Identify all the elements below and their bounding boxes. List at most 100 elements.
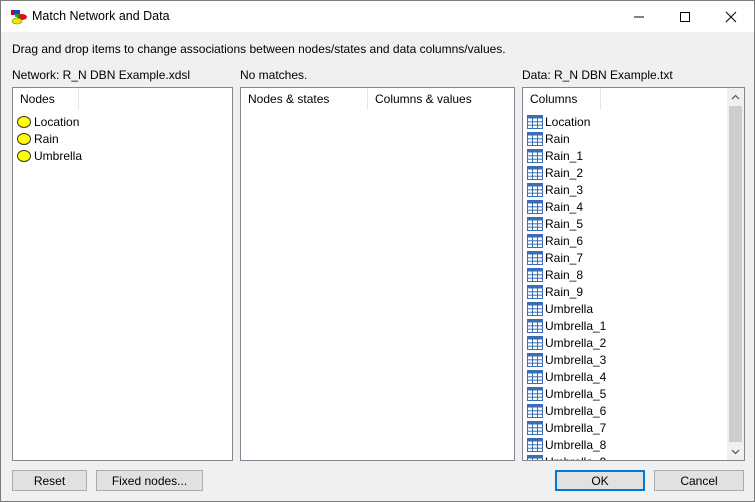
column-label: Rain_3 [545, 182, 584, 197]
matches-list-panel[interactable]: Nodes & states Columns & values [240, 87, 515, 461]
list-item[interactable]: Umbrella_1 [527, 317, 744, 334]
nodes-list-panel[interactable]: Nodes Location Rain Umbrella [12, 87, 233, 461]
list-item[interactable]: Rain_3 [527, 181, 744, 198]
list-item[interactable]: Rain_2 [527, 164, 744, 181]
table-column-icon [527, 437, 543, 452]
list-item[interactable]: Umbrella_6 [527, 402, 744, 419]
column-label: Umbrella_2 [545, 335, 607, 350]
column-label: Umbrella_5 [545, 386, 607, 401]
list-item[interactable]: Umbrella_4 [527, 368, 744, 385]
nodes-states-column-header[interactable]: Nodes & states [241, 88, 368, 110]
list-item[interactable]: Rain_6 [527, 232, 744, 249]
table-column-icon [527, 369, 543, 384]
nodes-list: Location Rain Umbrella [17, 113, 232, 164]
list-item[interactable]: Umbrella [17, 147, 232, 164]
column-label: Rain_4 [545, 199, 584, 214]
scroll-up-button[interactable] [727, 88, 744, 105]
maximize-icon [680, 11, 690, 22]
network-label: Network: R_N DBN Example.xdsl [12, 68, 191, 82]
title-bar[interactable]: Match Network and Data [1, 1, 754, 32]
column-label: Umbrella_9 [545, 455, 606, 461]
column-label: Rain_1 [545, 148, 584, 163]
column-label: Rain_6 [545, 233, 584, 248]
scroll-down-button[interactable] [727, 443, 744, 460]
ok-button[interactable]: OK [555, 470, 645, 491]
list-item[interactable]: Rain_8 [527, 266, 744, 283]
list-item[interactable]: Rain_1 [527, 147, 744, 164]
table-column-icon [527, 420, 543, 435]
column-label: Umbrella [545, 301, 594, 316]
list-item[interactable]: Umbrella [527, 300, 744, 317]
list-item[interactable]: Rain [17, 130, 232, 147]
table-column-icon [527, 250, 543, 265]
column-label: Umbrella_7 [545, 420, 607, 435]
table-column-icon [527, 131, 543, 146]
node-ellipse-icon [17, 132, 31, 145]
list-item[interactable]: Rain_9 [527, 283, 744, 300]
list-item[interactable]: Rain [527, 130, 744, 147]
list-item[interactable]: Umbrella_9 [527, 453, 744, 461]
column-label: Umbrella_1 [545, 318, 607, 333]
table-column-icon [527, 335, 543, 350]
column-label: Umbrella_6 [545, 403, 607, 418]
column-label: Rain_8 [545, 267, 584, 282]
table-column-icon [527, 352, 543, 367]
columns-list: Location Rain Rain_1 Rain_2 Rain_3 Rain_4 Rain… [527, 113, 744, 461]
column-label: Rain_5 [545, 216, 584, 231]
column-label: Location [545, 114, 591, 129]
close-icon [725, 11, 737, 22]
table-column-icon [527, 165, 543, 180]
columns-list-panel[interactable]: Columns Location Rain Rain_1 Rain_2 Rain_3 Ra… [522, 87, 745, 461]
table-column-icon [527, 403, 543, 418]
app-icon [11, 10, 27, 25]
reset-button[interactable]: Reset [12, 470, 87, 491]
list-item[interactable]: Rain_4 [527, 198, 744, 215]
node-label: Rain [34, 131, 59, 146]
column-label: Umbrella_4 [545, 369, 607, 384]
match-network-dialog: Match Network and Data Drag and drop ite… [0, 0, 755, 502]
column-label: Umbrella_8 [545, 437, 607, 452]
data-label: Data: R_N DBN Example.txt [522, 68, 673, 82]
table-column-icon [527, 454, 543, 460]
window-title: Match Network and Data [32, 9, 170, 23]
table-column-icon [527, 114, 543, 129]
table-column-icon [527, 318, 543, 333]
table-column-icon [527, 301, 543, 316]
columns-column-header[interactable]: Columns [523, 88, 601, 110]
list-item[interactable]: Umbrella_3 [527, 351, 744, 368]
vertical-scrollbar[interactable] [727, 88, 744, 460]
column-label: Rain_7 [545, 250, 584, 265]
chevron-up-icon [731, 94, 740, 99]
table-column-icon [527, 386, 543, 401]
chevron-down-icon [731, 449, 740, 454]
nodes-column-header[interactable]: Nodes [13, 88, 79, 110]
minimize-icon [634, 16, 644, 17]
node-label: Umbrella [34, 148, 83, 163]
list-item[interactable]: Umbrella_2 [527, 334, 744, 351]
scrollbar-thumb[interactable] [729, 106, 742, 442]
column-label: Umbrella_3 [545, 352, 607, 367]
close-button[interactable] [708, 1, 754, 32]
column-label: Rain_9 [545, 284, 584, 299]
list-item[interactable]: Umbrella_5 [527, 385, 744, 402]
node-label: Location [34, 114, 80, 129]
table-column-icon [527, 182, 543, 197]
list-item[interactable]: Rain_7 [527, 249, 744, 266]
table-column-icon [527, 199, 543, 214]
instructions-text: Drag and drop items to change associatio… [12, 42, 506, 56]
matches-label: No matches. [240, 68, 308, 82]
list-item[interactable]: Location [527, 113, 744, 130]
table-column-icon [527, 148, 543, 163]
fixed-nodes-button[interactable]: Fixed nodes... [96, 470, 203, 491]
maximize-button[interactable] [662, 1, 708, 32]
node-ellipse-icon [17, 115, 31, 128]
node-ellipse-icon [17, 149, 31, 162]
list-item[interactable]: Umbrella_8 [527, 436, 744, 453]
columns-values-column-header[interactable]: Columns & values [368, 88, 514, 110]
list-item[interactable]: Rain_5 [527, 215, 744, 232]
column-label: Rain_2 [545, 165, 584, 180]
minimize-button[interactable] [616, 1, 662, 32]
list-item[interactable]: Umbrella_7 [527, 419, 744, 436]
cancel-button[interactable]: Cancel [654, 470, 744, 491]
list-item[interactable]: Location [17, 113, 232, 130]
